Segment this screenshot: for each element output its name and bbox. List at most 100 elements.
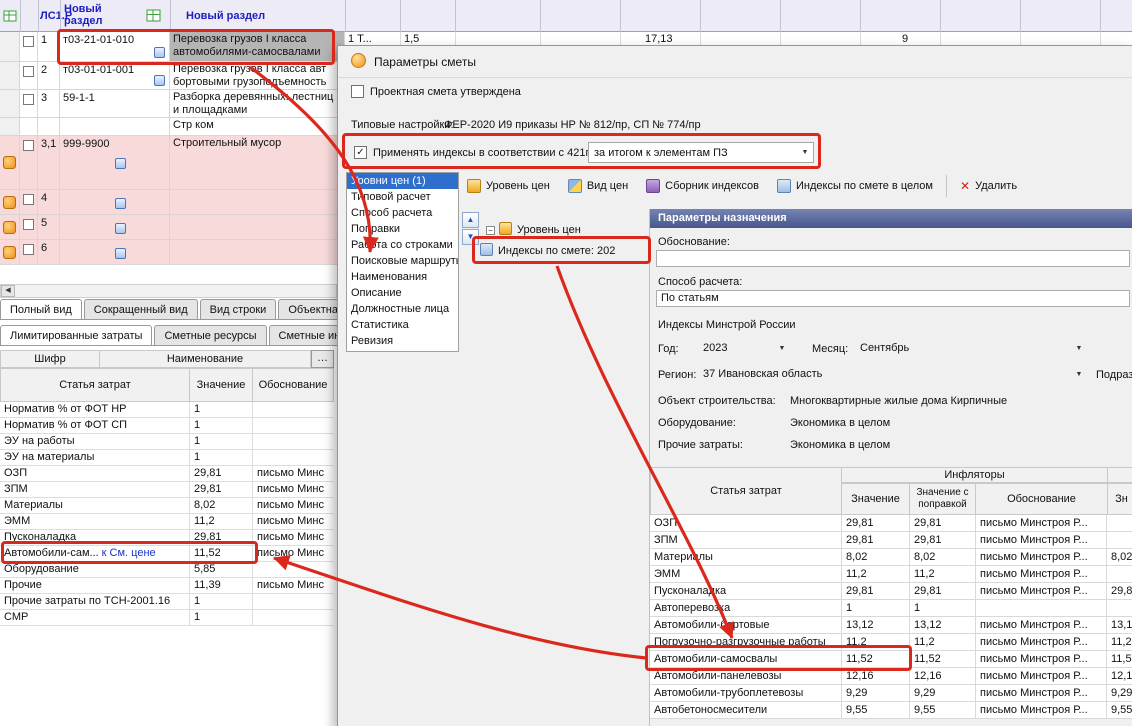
other-costs-value[interactable]: Экономика в целом (790, 439, 890, 451)
nav-item[interactable]: Поправки (347, 221, 458, 237)
nav-item[interactable]: Статистика (347, 317, 458, 333)
column-header-name[interactable]: Новый раздел (186, 10, 265, 22)
nav-item[interactable]: Ревизия (347, 333, 458, 349)
row-checkbox[interactable] (23, 36, 34, 47)
new-section-icon[interactable] (146, 8, 161, 26)
estimate-indexes-button[interactable]: Индексы по смете в целом (769, 173, 941, 199)
table-row[interactable]: Автомобили-трубоплетевозы 9,29 9,29 пись… (650, 685, 1132, 702)
row-name-cell[interactable] (170, 190, 345, 214)
table-row[interactable]: Автомобили-бортовые 13,12 13,12 письмо М… (650, 617, 1132, 634)
row-checkbox[interactable] (23, 194, 34, 205)
construction-object-value[interactable]: Многоквартирные жилые дома Кирпичные (790, 395, 1007, 407)
column-header-section[interactable]: Новый раздел (64, 3, 122, 27)
nav-item[interactable]: Уровни цен (1) (347, 173, 458, 189)
table-row[interactable]: Автоперевозка 1 1 (650, 600, 1132, 617)
estimate-row[interactable]: 3 59-1-1 Разборка деревянных: лестниц и … (0, 90, 345, 118)
apply-indexes-checkbox[interactable]: ✓ (354, 146, 367, 159)
move-down-button[interactable]: ▼ (462, 229, 479, 245)
table-row[interactable]: ЭММ 11,2 письмо Минс (0, 514, 334, 530)
table-row[interactable]: ЭММ 11,2 11,2 письмо Минстроя Р... (650, 566, 1132, 583)
more-button[interactable]: … (311, 350, 334, 368)
section-tab[interactable]: Сметные инде (269, 325, 337, 346)
view-tab[interactable]: Вид строки (200, 299, 277, 320)
index-book-button[interactable]: Сборник индексов (638, 173, 767, 199)
column-header-justification[interactable]: Обоснование (976, 483, 1108, 515)
row-name-cell[interactable]: Разборка деревянных: лестниц и площадкам… (170, 90, 345, 117)
row-name-cell[interactable]: Перевозка грузов I класса авт бортовыми … (170, 62, 345, 89)
price-level-button[interactable]: Уровень цен (459, 173, 558, 199)
tree-node-estimate-indexes[interactable]: Индексы по смете: 202 (498, 245, 615, 257)
row-checkbox[interactable] (23, 244, 34, 255)
row-checkbox[interactable] (23, 66, 34, 77)
row-code-cell[interactable] (60, 190, 170, 214)
nav-item[interactable]: Наименования (347, 269, 458, 285)
approved-checkbox[interactable] (351, 85, 364, 98)
row-name-cell[interactable] (170, 240, 345, 264)
table-row[interactable]: Прочие 11,39 письмо Минс (0, 578, 334, 594)
row-checkbox[interactable] (23, 94, 34, 105)
column-header-value-adjusted[interactable]: Значение с поправкой (910, 483, 976, 515)
estimate-row[interactable]: 3,1 999-9900 Строительный мусор (0, 136, 345, 190)
region-select[interactable]: 37 Ивановская область ▼ (698, 365, 1087, 383)
table-row[interactable]: Материалы 8,02 8,02 письмо Минстроя Р...… (650, 549, 1132, 566)
month-select[interactable]: Сентябрь ▼ (855, 339, 1087, 357)
table-row[interactable]: Материалы 8,02 письмо Минс (0, 498, 334, 514)
view-tab[interactable]: Полный вид (0, 299, 82, 320)
justification-input[interactable] (656, 250, 1130, 267)
nav-item[interactable]: Описание (347, 285, 458, 301)
column-header-name[interactable]: Наименование (100, 350, 311, 368)
table-row[interactable]: ЭУ на работы 1 (0, 434, 334, 450)
nav-item[interactable]: Поисковые маршруты (347, 253, 458, 269)
table-row[interactable]: ОЗП 29,81 письмо Минс (0, 466, 334, 482)
column-header-clipped[interactable]: Зн (1108, 483, 1132, 515)
column-header-item[interactable]: Статья затрат (650, 467, 842, 515)
table-row[interactable]: Норматив % от ФОТ НР 1 (0, 402, 334, 418)
nav-item[interactable]: Способ расчета (347, 205, 458, 221)
view-tab[interactable]: Объектная смета (278, 299, 337, 320)
table-row[interactable]: ЗПМ 29,81 29,81 письмо Минстроя Р... (650, 532, 1132, 549)
estimate-section-row[interactable]: Стр ком (0, 118, 345, 136)
section-tab[interactable]: Лимитированные затраты (0, 325, 152, 346)
table-row[interactable]: Пусконаладка 29,81 29,81 письмо Минстроя… (650, 583, 1132, 600)
column-header-value[interactable]: Значение (842, 483, 910, 515)
view-tab[interactable]: Сокращенный вид (84, 299, 198, 320)
nav-item[interactable]: Должностные лица (347, 301, 458, 317)
table-row[interactable]: Автобетоносмесители 9,55 9,55 письмо Мин… (650, 702, 1132, 719)
equipment-value[interactable]: Экономика в целом (790, 417, 890, 429)
estimate-row[interactable]: 5 (0, 215, 345, 240)
row-code-cell[interactable]: т03-01-01-001 (60, 62, 170, 89)
column-header-item[interactable]: Статья затрат (0, 368, 190, 402)
row-code-cell[interactable] (60, 215, 170, 239)
row-name-cell[interactable] (170, 215, 345, 239)
section-tab[interactable]: Сметные ресурсы (154, 325, 266, 346)
tree-expander[interactable]: − (486, 226, 495, 235)
table-row[interactable]: ОЗП 29,81 29,81 письмо Минстроя Р... (650, 515, 1132, 532)
tree-node-price-level[interactable]: Уровень цен (517, 224, 581, 236)
column-header-value[interactable]: Значение (190, 368, 253, 402)
table-row[interactable]: Автомобили-панелевозы 12,16 12,16 письмо… (650, 668, 1132, 685)
table-row[interactable]: Оборудование 5,85 (0, 562, 334, 578)
table-row[interactable]: Прочие затраты по ТСН-2001.16 1 (0, 594, 334, 610)
table-row[interactable]: Автомобили-сам...к См. цене 11,52 письмо… (0, 546, 334, 562)
horizontal-scrollbar[interactable]: ◀ (0, 284, 337, 298)
table-row[interactable]: Норматив % от ФОТ СП 1 (0, 418, 334, 434)
row-code-cell[interactable] (60, 240, 170, 264)
estimate-row[interactable]: 1 т03-21-01-010 Перевозка грузов I класс… (0, 32, 345, 62)
nav-item[interactable]: Типовой расчет (347, 189, 458, 205)
estimate-row[interactable]: 2 т03-01-01-001 Перевозка грузов I класс… (0, 62, 345, 90)
table-row[interactable]: СМР 1 (0, 610, 334, 626)
delete-button[interactable]: ✕Удалить (952, 173, 1025, 199)
row-name-cell[interactable]: Перевозка грузов I класса автомобилями-с… (170, 32, 345, 61)
scroll-left-icon[interactable]: ◀ (1, 285, 15, 297)
column-group-inflators[interactable]: Инфляторы (842, 467, 1108, 483)
row-name-cell[interactable]: Строительный мусор (170, 136, 345, 189)
table-row[interactable]: ЗПМ 29,81 письмо Минс (0, 482, 334, 498)
estimate-row[interactable]: 4 (0, 190, 345, 215)
move-up-button[interactable]: ▲ (462, 212, 479, 228)
table-row[interactable]: Погрузочно-разгрузочные работы 11,2 11,2… (650, 634, 1132, 651)
estimate-row[interactable]: 6 (0, 240, 345, 265)
row-name-cell[interactable]: Стр ком (170, 118, 345, 135)
apply-scope-select[interactable]: за итогом к элементам ПЗ ▼ (588, 142, 814, 163)
table-row[interactable]: Автомобили-самосвалы 11,52 11,52 письмо … (650, 651, 1132, 668)
year-select[interactable]: 2023 ▼ (698, 339, 790, 357)
